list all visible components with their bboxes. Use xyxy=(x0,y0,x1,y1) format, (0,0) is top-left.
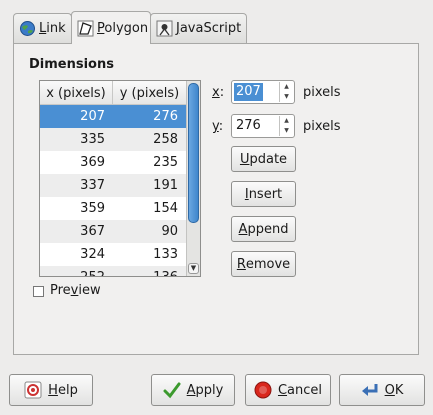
x-cell: 367 xyxy=(80,224,105,239)
table-row[interactable]: 367 90 xyxy=(40,220,186,243)
cancel-button[interactable]: Cancel xyxy=(245,374,331,406)
y-cell: 90 xyxy=(161,224,178,239)
ok-button[interactable]: OK xyxy=(339,374,425,406)
y-spin-buttons[interactable]: ▲ ▼ xyxy=(279,116,293,136)
x-value[interactable]: 207 xyxy=(234,83,263,101)
help-label: Help xyxy=(48,382,78,398)
spin-up-icon[interactable]: ▲ xyxy=(280,116,293,126)
x-cell: 359 xyxy=(80,201,105,216)
y-unit: pixels xyxy=(303,119,341,134)
tab-link[interactable]: Link xyxy=(13,13,72,43)
remove-button[interactable]: Remove xyxy=(231,251,296,277)
update-button[interactable]: Update xyxy=(231,146,296,172)
apply-label: Apply xyxy=(186,382,224,398)
x-cell: 337 xyxy=(80,178,105,193)
y-cell: 258 xyxy=(153,132,178,147)
help-button[interactable]: Help xyxy=(9,374,93,406)
table-row[interactable]: 324 133 xyxy=(40,243,186,266)
y-cell: 136 xyxy=(113,266,186,276)
y-cell: 235 xyxy=(153,155,178,170)
y-spinbox[interactable]: 276 ▲ ▼ xyxy=(231,114,295,138)
table-row[interactable]: 207 276 xyxy=(40,105,186,128)
x-spinbox[interactable]: 207 ▲ ▼ xyxy=(231,80,295,104)
table-row[interactable]: 359 154 xyxy=(40,197,186,220)
javascript-icon xyxy=(156,20,173,37)
y-cell: 133 xyxy=(153,247,178,262)
x-cell: 335 xyxy=(80,132,105,147)
polygon-icon xyxy=(77,20,94,37)
list-scrollbar[interactable]: ▼ xyxy=(186,81,200,276)
ok-label: OK xyxy=(384,382,404,398)
y-cell: 276 xyxy=(153,109,178,124)
table-row[interactable]: 369 235 xyxy=(40,151,186,174)
x-spin-buttons[interactable]: ▲ ▼ xyxy=(279,82,293,102)
x-cell: 252 xyxy=(40,266,113,276)
checkmark-icon xyxy=(163,381,181,399)
preview-checkbox[interactable] xyxy=(33,286,44,297)
spin-down-icon[interactable]: ▼ xyxy=(280,126,293,136)
list-header: x (pixels) y (pixels) xyxy=(40,81,186,105)
enter-arrow-icon xyxy=(361,381,379,399)
globe-icon xyxy=(19,20,36,37)
dimensions-title: Dimensions xyxy=(29,57,114,72)
y-label: y: xyxy=(212,119,224,134)
scrollbar-thumb[interactable] xyxy=(188,83,199,223)
spin-down-icon[interactable]: ▼ xyxy=(280,92,293,102)
tab-polygon-label: Polygon xyxy=(97,20,149,36)
x-unit: pixels xyxy=(303,85,341,100)
tab-link-label: Link xyxy=(39,21,66,36)
tab-polygon[interactable]: Polygon xyxy=(71,11,151,44)
column-x-header[interactable]: x (pixels) xyxy=(40,81,113,105)
help-icon xyxy=(24,381,42,399)
y-cell: 154 xyxy=(153,201,178,216)
x-cell: 324 xyxy=(80,247,105,262)
scroll-down-icon[interactable]: ▼ xyxy=(188,263,199,274)
cancel-icon xyxy=(254,381,272,399)
x-cell: 207 xyxy=(80,109,105,124)
x-cell: 369 xyxy=(80,155,105,170)
table-row[interactable]: 252136 xyxy=(40,266,186,276)
y-value[interactable]: 276 xyxy=(234,117,263,135)
spin-up-icon[interactable]: ▲ xyxy=(280,82,293,92)
coordinates-list[interactable]: x (pixels) y (pixels) 207 276 335 258 369 235… xyxy=(39,80,201,277)
y-cell: 191 xyxy=(153,178,178,193)
table-row[interactable]: 337 191 xyxy=(40,174,186,197)
tab-javascript[interactable]: JavaScript xyxy=(150,13,247,43)
apply-button[interactable]: Apply xyxy=(151,374,235,406)
x-label: x: xyxy=(212,85,225,100)
table-row[interactable]: 335 258 xyxy=(40,128,186,151)
tab-javascript-label: JavaScript xyxy=(176,21,242,36)
preview-label[interactable]: Preview xyxy=(50,283,101,298)
insert-button[interactable]: Insert xyxy=(231,181,296,207)
cancel-label: Cancel xyxy=(277,382,323,398)
column-y-header[interactable]: y (pixels) xyxy=(113,81,186,105)
append-button[interactable]: Append xyxy=(231,216,296,242)
